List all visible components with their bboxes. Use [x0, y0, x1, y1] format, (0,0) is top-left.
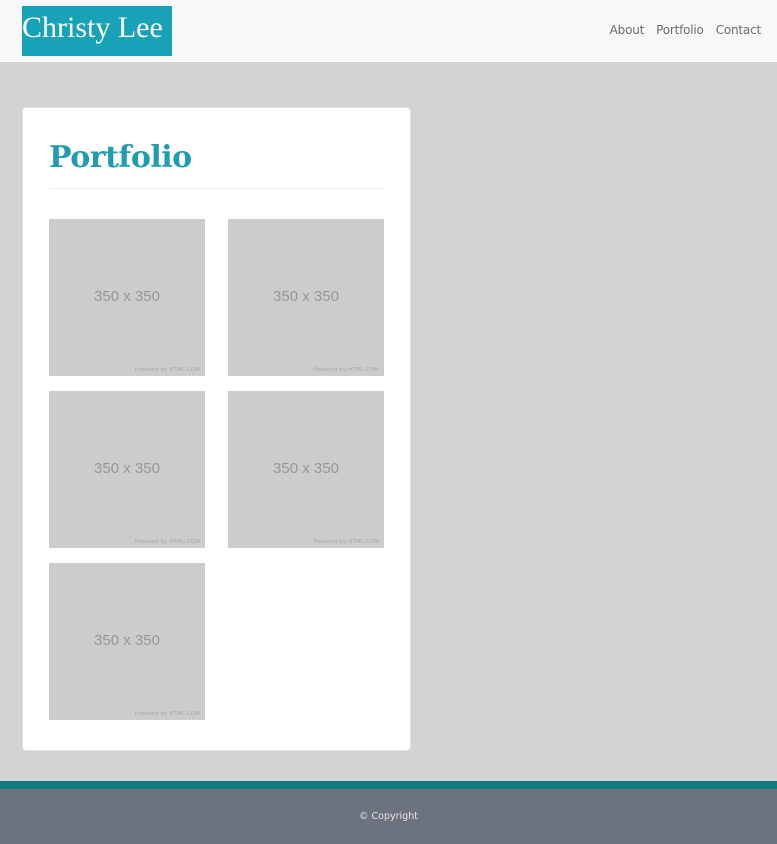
portfolio-image[interactable]: 350 x 350 Powered by HTML.COM	[228, 219, 384, 376]
copyright-text: © Copyright	[359, 811, 418, 822]
site-footer: © Copyright	[0, 789, 777, 844]
site-logo[interactable]: Christy Lee	[22, 6, 172, 56]
portfolio-image[interactable]: 350 x 350 Powered by HTML.COM	[228, 391, 384, 548]
portfolio-image[interactable]: 350 x 350 Powered by HTML.COM	[49, 391, 205, 548]
image-placeholder-label: 350 x 350	[273, 460, 339, 477]
image-placeholder-label: 350 x 350	[94, 288, 160, 305]
image-credit: Powered by HTML.COM	[134, 539, 200, 545]
portfolio-card: Portfolio 350 x 350 Powered by HTML.COM …	[22, 107, 411, 751]
portfolio-image[interactable]: 350 x 350 Powered by HTML.COM	[49, 219, 205, 376]
footer-accent-bar	[0, 781, 777, 789]
image-placeholder-label: 350 x 350	[94, 460, 160, 477]
image-credit: Powered by HTML.COM	[134, 711, 200, 717]
main-nav: About Portfolio Contact	[610, 23, 762, 37]
image-credit: Powered by HTML.COM	[313, 367, 379, 373]
site-header: Christy Lee About Portfolio Contact	[0, 0, 777, 62]
image-placeholder-label: 350 x 350	[94, 632, 160, 649]
image-credit: Powered by HTML.COM	[134, 367, 200, 373]
image-credit: Powered by HTML.COM	[313, 539, 379, 545]
nav-link-about[interactable]: About	[610, 23, 645, 37]
title-divider	[49, 188, 384, 189]
nav-link-contact[interactable]: Contact	[716, 23, 761, 37]
image-placeholder-label: 350 x 350	[273, 288, 339, 305]
nav-link-portfolio[interactable]: Portfolio	[656, 23, 704, 37]
page-title: Portfolio	[49, 140, 192, 175]
portfolio-image[interactable]: 350 x 350 Powered by HTML.COM	[49, 563, 205, 720]
